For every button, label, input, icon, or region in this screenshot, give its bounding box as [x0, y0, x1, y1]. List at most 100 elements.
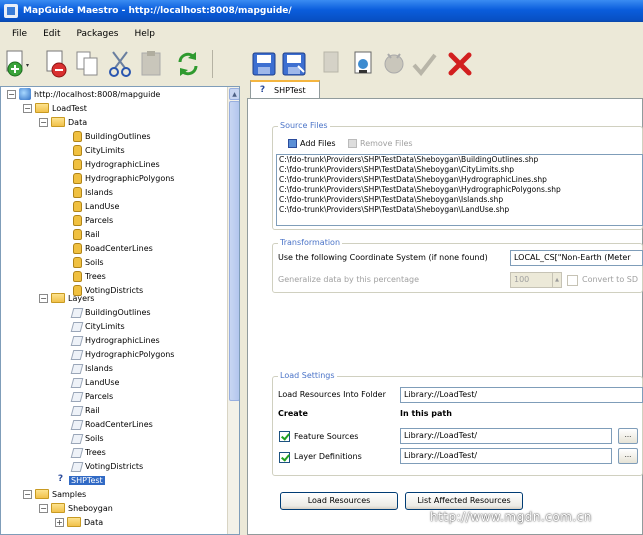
remove-files-button[interactable]: Remove Files: [348, 139, 413, 148]
tab-shptest[interactable]: ? SHPTest: [250, 80, 320, 98]
new-resource-button[interactable]: [4, 48, 32, 80]
generalize-stepper[interactable]: 100 ▲▼: [510, 272, 562, 288]
scroll-up-icon[interactable]: ▲: [229, 88, 239, 100]
validate-button[interactable]: [380, 48, 408, 80]
layer-definitions-browse-button[interactable]: ...: [618, 448, 638, 464]
tree-item[interactable]: Rail: [71, 227, 100, 241]
feature-sources-checkbox[interactable]: [279, 431, 290, 442]
tree-item[interactable]: CityLimits: [71, 143, 125, 157]
tree-item[interactable]: HydrographicPolygons: [71, 171, 174, 185]
folder-icon: [51, 117, 65, 127]
resource-tree[interactable]: − http://localhost:8008/mapguide − LoadT…: [0, 86, 240, 535]
menu-packages[interactable]: Packages: [69, 29, 127, 39]
feature-sources-path-field[interactable]: Library://LoadTest/: [400, 428, 612, 444]
collapse-icon[interactable]: −: [23, 489, 32, 499]
menu-edit[interactable]: Edit: [35, 29, 68, 39]
menu-help[interactable]: Help: [127, 29, 164, 39]
tree-label: Soils: [85, 433, 104, 443]
tree-item[interactable]: Islands: [71, 361, 113, 375]
feature-source-icon: [71, 144, 82, 156]
feature-sources-label: Feature Sources: [294, 432, 359, 441]
tab-label: SHPTest: [274, 85, 306, 95]
tree-item[interactable]: Soils: [71, 255, 104, 269]
tree-item[interactable]: RoadCenterLines: [71, 241, 153, 255]
scrollbar-thumb[interactable]: [229, 101, 239, 401]
tree-item[interactable]: RoadCenterLines: [71, 417, 153, 431]
list-item[interactable]: C:\fdo-trunk\Providers\SHP\TestData\Sheb…: [277, 165, 642, 175]
spinner-icon[interactable]: ▲▼: [552, 273, 561, 287]
menu-file[interactable]: File: [4, 29, 35, 39]
cut-button[interactable]: [106, 48, 134, 80]
collapse-icon[interactable]: −: [39, 293, 48, 303]
load-folder-field[interactable]: Library://LoadTest/: [400, 387, 643, 403]
tree-item[interactable]: HydrographicPolygons: [71, 347, 174, 361]
coordinate-system-label: Use the following Coordinate System (if …: [278, 253, 488, 262]
tree-item[interactable]: BuildingOutlines: [71, 129, 151, 143]
tree-item[interactable]: CityLimits: [71, 319, 125, 333]
preview-button[interactable]: [318, 48, 346, 80]
tree-item[interactable]: Trees: [71, 269, 106, 283]
layer-definition-icon: [71, 362, 82, 374]
layer-definitions-path-field[interactable]: Library://LoadTest/: [400, 448, 612, 464]
tree-node-data[interactable]: − Data: [39, 115, 87, 129]
tree-node-shptest[interactable]: ? SHPTest: [55, 473, 105, 487]
tree-item[interactable]: LandUse: [71, 199, 119, 213]
expand-icon[interactable]: +: [55, 517, 64, 527]
collapse-icon[interactable]: −: [39, 117, 48, 127]
feature-sources-browse-button[interactable]: ...: [618, 428, 638, 444]
list-item[interactable]: C:\fdo-trunk\Providers\SHP\TestData\Sheb…: [277, 205, 642, 215]
tree-item[interactable]: Parcels: [71, 213, 113, 227]
layer-definition-icon: [71, 320, 82, 332]
list-item[interactable]: C:\fdo-trunk\Providers\SHP\TestData\Sheb…: [277, 195, 642, 205]
folder-icon: [51, 503, 65, 513]
tree-item[interactable]: BuildingOutlines: [71, 305, 151, 319]
tree-node-samples[interactable]: − Samples: [23, 487, 86, 501]
coordinate-system-field[interactable]: LOCAL_CS["Non-Earth (Meter: [510, 250, 643, 266]
tree-item[interactable]: Rail: [71, 403, 100, 417]
tree-item[interactable]: VotingDistricts: [71, 459, 143, 473]
tree-item[interactable]: Parcels: [71, 389, 113, 403]
tree-item[interactable]: Islands: [71, 185, 113, 199]
convert-checkbox[interactable]: [567, 275, 578, 286]
refresh-button[interactable]: [174, 48, 202, 80]
copy-button[interactable]: [74, 48, 102, 80]
layer-definitions-label: Layer Definitions: [294, 452, 362, 461]
tree-item[interactable]: Trees: [71, 445, 106, 459]
convert-label: Convert to SD: [582, 275, 638, 284]
layer-definition-icon: [71, 404, 82, 416]
tree-item[interactable]: Soils: [71, 431, 104, 445]
tree-label: CityLimits: [85, 321, 125, 331]
save-button[interactable]: [250, 48, 278, 80]
delete-resource-button[interactable]: [42, 48, 70, 80]
list-item[interactable]: C:\fdo-trunk\Providers\SHP\TestData\Sheb…: [277, 175, 642, 185]
layer-definitions-checkbox[interactable]: [279, 452, 290, 463]
list-item[interactable]: C:\fdo-trunk\Providers\SHP\TestData\Sheb…: [277, 185, 642, 195]
tree-node-sheboygan-data[interactable]: + Data: [55, 515, 103, 529]
tree-label: HydrographicLines: [85, 335, 160, 345]
list-item[interactable]: C:\fdo-trunk\Providers\SHP\TestData\Sheb…: [277, 155, 642, 165]
tree-item[interactable]: HydrographicLines: [71, 333, 160, 347]
tree-node-root[interactable]: − http://localhost:8008/mapguide: [7, 87, 160, 101]
save-as-button[interactable]: [280, 48, 308, 80]
tree-label: HydrographicPolygons: [85, 349, 175, 359]
apply-button[interactable]: [410, 48, 438, 80]
layer-definition-icon: [71, 376, 82, 388]
tree-item[interactable]: LandUse: [71, 375, 119, 389]
menu-bar: File Edit Packages Help: [0, 25, 163, 43]
tree-node-sheboygan[interactable]: − Sheboygan: [39, 501, 113, 515]
tree-node-loadtest[interactable]: − LoadTest: [23, 101, 87, 115]
source-file-list[interactable]: C:\fdo-trunk\Providers\SHP\TestData\Sheb…: [276, 154, 643, 226]
xml-edit-button[interactable]: [350, 48, 378, 80]
tree-node-layers[interactable]: − Layers: [39, 291, 94, 305]
tree-scrollbar[interactable]: ▲: [227, 87, 239, 534]
collapse-icon[interactable]: −: [39, 503, 48, 513]
tree-item[interactable]: HydrographicLines: [71, 157, 160, 171]
collapse-icon[interactable]: −: [23, 103, 32, 113]
paste-button[interactable]: [138, 48, 166, 80]
add-files-button[interactable]: Add Files: [288, 139, 336, 148]
collapse-icon[interactable]: −: [7, 89, 16, 99]
load-resources-button[interactable]: Load Resources: [280, 492, 398, 510]
close-document-button[interactable]: [446, 48, 474, 80]
tree-label: Rail: [85, 405, 100, 415]
list-affected-resources-button[interactable]: List Affected Resources: [405, 492, 523, 510]
